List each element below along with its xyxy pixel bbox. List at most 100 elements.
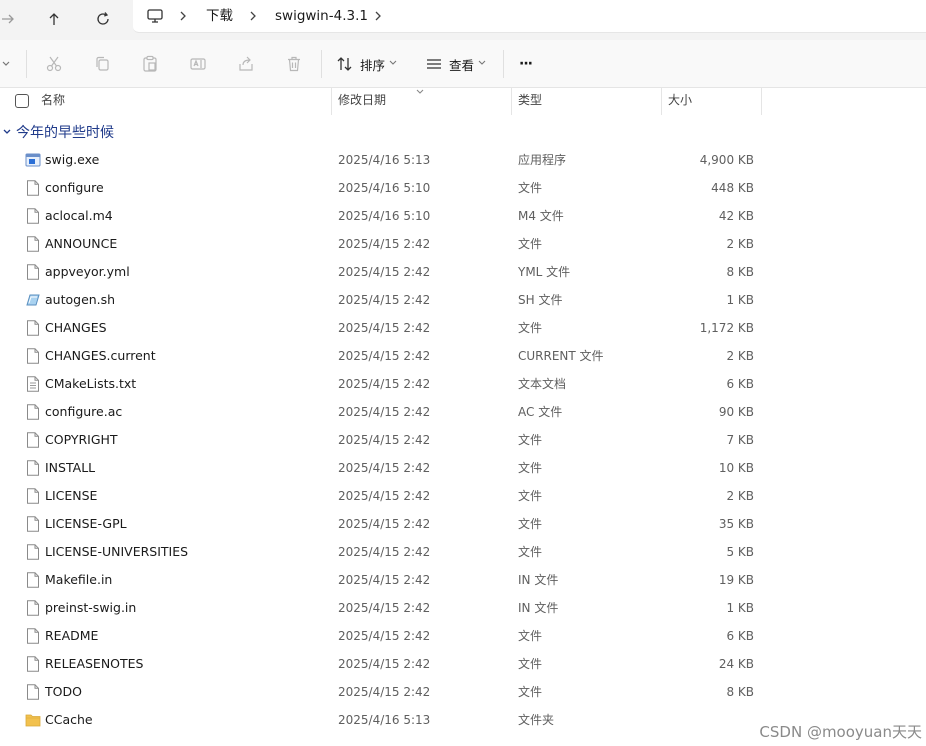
column-divider[interactable]	[661, 88, 662, 115]
delete-icon[interactable]	[282, 52, 306, 76]
file-date: 2025/4/15 2:42	[338, 265, 431, 279]
breadcrumb-swigwin[interactable]: swigwin-4.3.1	[275, 6, 368, 26]
file-row[interactable]: appveyor.yml 2025/4/15 2:42 YML 文件 8 KB	[0, 258, 926, 286]
file-date: 2025/4/16 5:13	[338, 153, 431, 167]
cut-icon[interactable]	[42, 52, 66, 76]
file-row[interactable]: INSTALL 2025/4/15 2:42 文件 10 KB	[0, 454, 926, 482]
address-bar[interactable]: 下载 swigwin-4.3.1	[133, 0, 926, 33]
file-name[interactable]: LICENSE-GPL	[45, 510, 127, 538]
file-name[interactable]: CHANGES.current	[45, 342, 156, 370]
file-type: YML 文件	[518, 265, 571, 279]
file-row[interactable]: autogen.sh 2025/4/15 2:42 SH 文件 1 KB	[0, 286, 926, 314]
column-divider[interactable]	[761, 88, 762, 115]
file-name[interactable]: CCache	[45, 706, 93, 734]
file-name[interactable]: COPYRIGHT	[45, 426, 118, 454]
file-row[interactable]: preinst-swig.in 2025/4/15 2:42 IN 文件 1 KB	[0, 594, 926, 622]
toolbar-divider	[503, 50, 504, 78]
file-row[interactable]: aclocal.m4 2025/4/16 5:10 M4 文件 42 KB	[0, 202, 926, 230]
file-size: 35 KB	[718, 517, 754, 531]
file-row[interactable]: ANNOUNCE 2025/4/15 2:42 文件 2 KB	[0, 230, 926, 258]
file-size: 7 KB	[726, 433, 754, 447]
paste-icon[interactable]	[138, 52, 162, 76]
file-row[interactable]: TODO 2025/4/15 2:42 文件 8 KB	[0, 678, 926, 706]
file-name[interactable]: autogen.sh	[45, 286, 115, 314]
chevron-right-icon[interactable]	[176, 8, 190, 24]
command-bar: 排序 查看 ···	[0, 40, 926, 88]
file-row[interactable]: Makefile.in 2025/4/15 2:42 IN 文件 19 KB	[0, 566, 926, 594]
file-date: 2025/4/15 2:42	[338, 601, 431, 615]
group-header[interactable]: 今年的早些时候	[0, 120, 114, 144]
forward-arrow-icon[interactable]	[0, 5, 22, 33]
chevron-down-icon[interactable]	[2, 128, 12, 136]
file-name[interactable]: appveyor.yml	[45, 258, 130, 286]
file-row[interactable]: COPYRIGHT 2025/4/15 2:42 文件 7 KB	[0, 426, 926, 454]
file-name[interactable]: README	[45, 622, 98, 650]
file-name[interactable]: CMakeLists.txt	[45, 370, 136, 398]
file-name[interactable]: INSTALL	[45, 454, 95, 482]
select-all-checkbox[interactable]	[15, 94, 29, 108]
file-row[interactable]: README 2025/4/15 2:42 文件 6 KB	[0, 622, 926, 650]
file-row[interactable]: CMakeLists.txt 2025/4/15 2:42 文本文档 6 KB	[0, 370, 926, 398]
rename-icon[interactable]	[186, 52, 210, 76]
file-type: 文件	[518, 545, 543, 559]
file-type: 文件	[518, 461, 543, 475]
file-row[interactable]: configure.ac 2025/4/15 2:42 AC 文件 90 KB	[0, 398, 926, 426]
file-date: 2025/4/15 2:42	[338, 321, 431, 335]
file-type: SH 文件	[518, 293, 563, 307]
file-name[interactable]: LICENSE-UNIVERSITIES	[45, 538, 188, 566]
file-row[interactable]: LICENSE 2025/4/15 2:42 文件 2 KB	[0, 482, 926, 510]
file-icon	[25, 404, 41, 420]
more-options-icon: ···	[519, 56, 533, 72]
column-divider[interactable]	[331, 88, 332, 115]
more-options-button[interactable]: ···	[519, 51, 533, 77]
file-name[interactable]: ANNOUNCE	[45, 230, 117, 258]
file-type: 文件夹	[518, 713, 555, 727]
up-arrow-icon[interactable]	[40, 5, 68, 33]
file-size: 4,900 KB	[699, 153, 754, 167]
file-name[interactable]: CHANGES	[45, 314, 107, 342]
column-name[interactable]: 名称	[41, 88, 65, 115]
file-size: 2 KB	[726, 349, 754, 363]
file-name[interactable]: swig.exe	[45, 146, 99, 174]
chevron-down-icon[interactable]	[0, 52, 18, 76]
file-type: 文件	[518, 657, 543, 671]
file-name[interactable]: RELEASENOTES	[45, 650, 144, 678]
copy-icon[interactable]	[90, 52, 114, 76]
column-size[interactable]: 大小	[668, 88, 692, 115]
file-row[interactable]: LICENSE-GPL 2025/4/15 2:42 文件 35 KB	[0, 510, 926, 538]
file-name[interactable]: Makefile.in	[45, 566, 112, 594]
toolbar-divider	[26, 50, 27, 78]
file-date: 2025/4/15 2:42	[338, 293, 431, 307]
file-name[interactable]: configure.ac	[45, 398, 122, 426]
file-size: 1 KB	[726, 293, 754, 307]
file-date: 2025/4/15 2:42	[338, 349, 431, 363]
file-row[interactable]: CHANGES 2025/4/15 2:42 文件 1,172 KB	[0, 314, 926, 342]
sort-button[interactable]: 排序	[336, 51, 397, 77]
file-name[interactable]: aclocal.m4	[45, 202, 113, 230]
file-row[interactable]: RELEASENOTES 2025/4/15 2:42 文件 24 KB	[0, 650, 926, 678]
this-pc-icon[interactable]	[145, 6, 165, 26]
chevron-right-icon[interactable]	[371, 8, 385, 24]
chevron-right-icon[interactable]	[246, 8, 260, 24]
file-name[interactable]: configure	[45, 174, 104, 202]
breadcrumb-downloads[interactable]: 下载	[206, 6, 233, 26]
file-name[interactable]: TODO	[45, 678, 82, 706]
file-name[interactable]: LICENSE	[45, 482, 97, 510]
file-size: 90 KB	[718, 405, 754, 419]
file-row[interactable]: swig.exe 2025/4/16 5:13 应用程序 4,900 KB	[0, 146, 926, 174]
file-row[interactable]: CHANGES.current 2025/4/15 2:42 CURRENT 文件 2…	[0, 342, 926, 370]
file-date: 2025/4/15 2:42	[338, 573, 431, 587]
refresh-icon[interactable]	[89, 5, 117, 33]
column-type[interactable]: 类型	[518, 88, 542, 115]
file-date: 2025/4/15 2:42	[338, 405, 431, 419]
column-divider[interactable]	[511, 88, 512, 115]
column-date[interactable]: 修改日期	[338, 88, 386, 115]
file-icon	[25, 264, 41, 280]
file-name[interactable]: preinst-swig.in	[45, 594, 136, 622]
file-row[interactable]: configure 2025/4/16 5:10 文件 448 KB	[0, 174, 926, 202]
view-button[interactable]: 查看	[425, 51, 486, 77]
file-row[interactable]: LICENSE-UNIVERSITIES 2025/4/15 2:42 文件 5 KB	[0, 538, 926, 566]
share-icon[interactable]	[234, 52, 258, 76]
file-icon	[25, 488, 41, 504]
file-size: 5 KB	[726, 545, 754, 559]
